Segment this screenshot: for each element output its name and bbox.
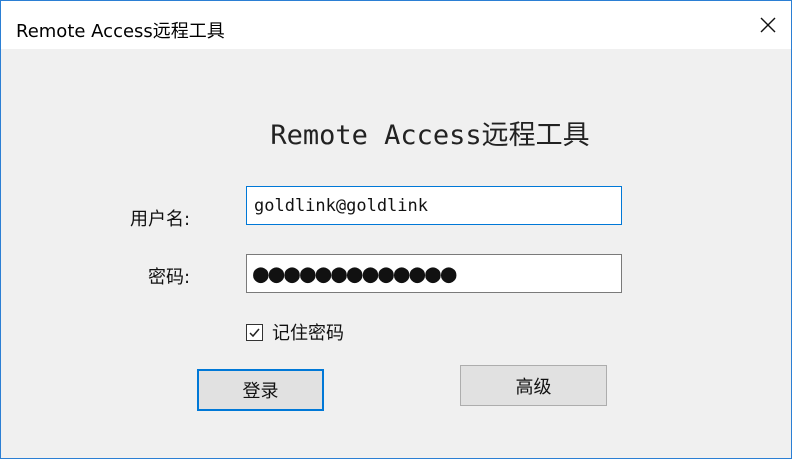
window-title: Remote Access远程工具 — [16, 21, 225, 42]
close-button[interactable] — [745, 1, 791, 49]
dialog-heading: Remote Access远程工具 — [270, 120, 590, 151]
remember-password-checkbox[interactable]: 记住密码 — [246, 319, 344, 345]
username-label: 用户名: — [130, 209, 191, 230]
remember-password-label: 记住密码 — [272, 323, 344, 344]
checkbox-box[interactable] — [246, 323, 263, 341]
password-input[interactable] — [246, 254, 622, 293]
login-button[interactable]: 登录 — [197, 369, 324, 411]
advanced-button[interactable]: 高级 — [460, 365, 607, 406]
password-label: 密码: — [148, 267, 191, 288]
close-icon — [760, 17, 776, 33]
login-dialog: Remote Access远程工具 Remote Access远程工具 用户名:… — [0, 0, 792, 459]
username-input[interactable] — [246, 186, 622, 225]
checkmark-icon — [249, 328, 260, 337]
title-bar[interactable]: Remote Access远程工具 — [1, 1, 791, 49]
